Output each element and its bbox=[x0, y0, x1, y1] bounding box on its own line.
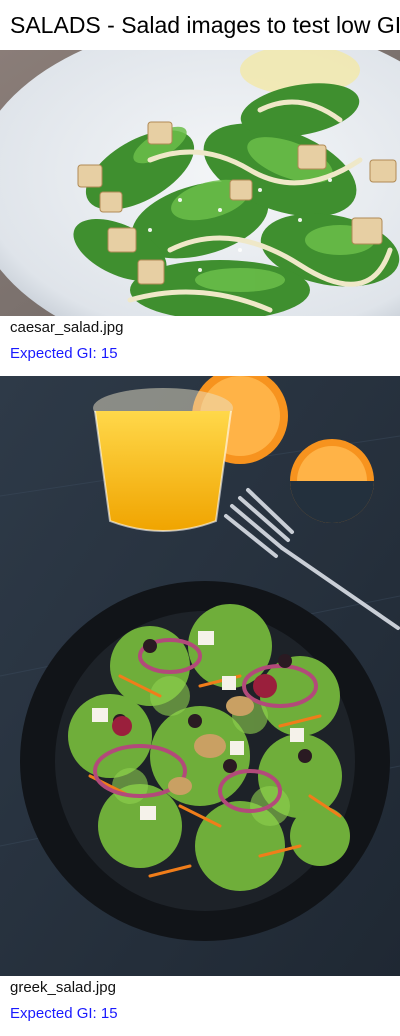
caesar-salad-image bbox=[0, 50, 400, 316]
expected-gi-label: Expected GI: 15 bbox=[10, 1005, 118, 1022]
salad-card-greek: greek_salad.jpg Expected GI: 15 bbox=[0, 376, 400, 1036]
salad-filename: greek_salad.jpg bbox=[10, 979, 116, 996]
page-title: SALADS - Salad images to test low GI bbox=[10, 12, 400, 38]
greek-salad-image bbox=[0, 376, 400, 976]
salad-filename: caesar_salad.jpg bbox=[10, 319, 124, 336]
expected-gi-label: Expected GI: 15 bbox=[10, 345, 118, 362]
salad-card-caesar: caesar_salad.jpg Expected GI: 15 bbox=[0, 50, 400, 370]
